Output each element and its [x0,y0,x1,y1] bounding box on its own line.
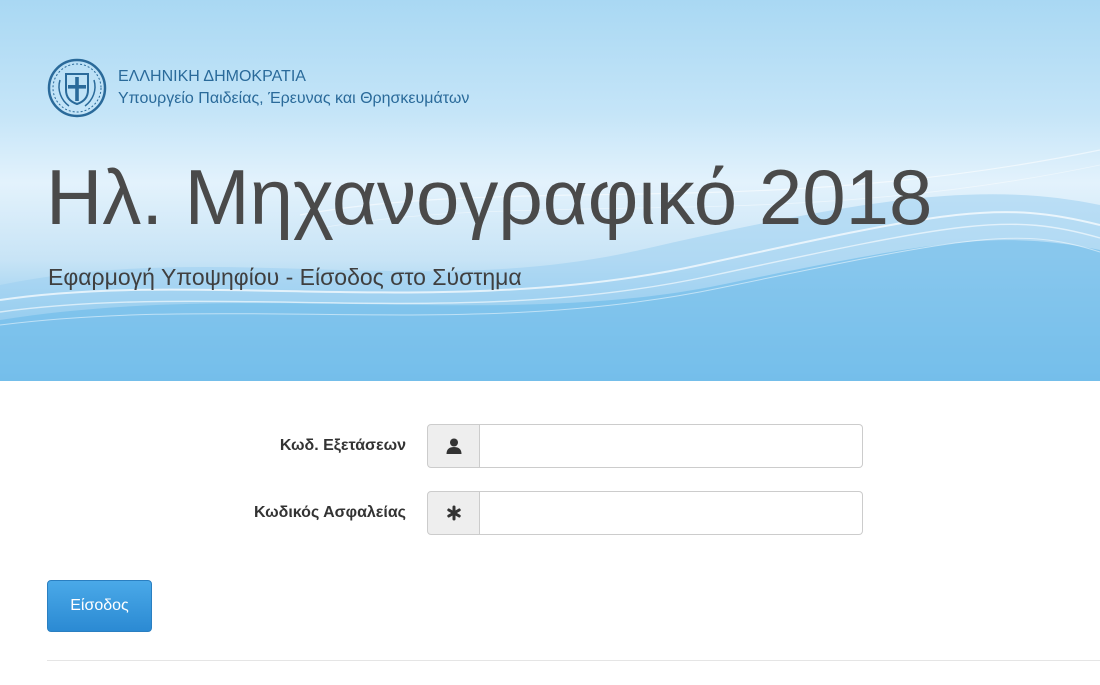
login-button[interactable]: Είσοδος [47,580,152,632]
country-name: ΕΛΛΗΝΙΚΗ ΔΗΜΟΚΡΑΤΙΑ [118,68,306,85]
exam-code-input[interactable] [480,424,863,468]
exam-code-label: Κωδ. Εξετάσεων [279,437,406,454]
header-banner: ΕΛΛΗΝΙΚΗ ΔΗΜΟΚΡΑΤΙΑ Υπουργείο Παιδείας, … [0,0,1100,381]
ministry-heading: ΕΛΛΗΝΙΚΗ ΔΗΜΟΚΡΑΤΙΑ Υπουργείο Παιδείας, … [118,66,469,110]
security-code-input[interactable] [480,491,863,535]
asterisk-icon [427,491,480,535]
security-code-label: Κωδικός Ασφαλείας [253,504,406,521]
ministry-name: Υπουργείο Παιδείας, Έρευνας και Θρησκευμ… [118,90,470,107]
page-subtitle: Εφαρμογή Υποψηφίου - Είσοδος στο Σύστημα [48,264,522,290]
security-code-row: Κωδικός Ασφαλείας [0,491,1100,537]
exam-code-row: Κωδ. Εξετάσεων [0,424,1100,470]
page-title: Ηλ. Μηχανογραφικό 2018 [46,153,933,241]
user-icon [427,424,480,468]
greek-coat-of-arms-icon [47,58,107,118]
divider [47,660,1100,661]
